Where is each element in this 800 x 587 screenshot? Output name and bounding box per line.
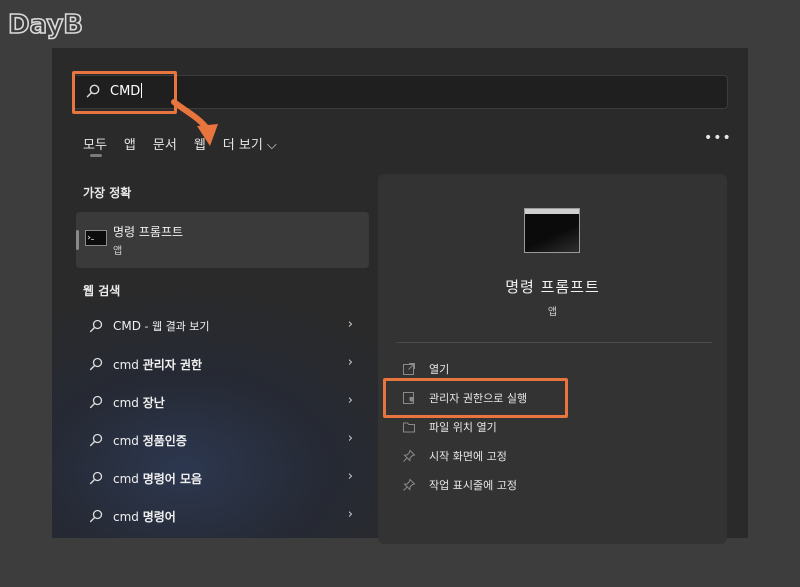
web-result-label: cmd 정품인증 — [113, 434, 187, 448]
web-result-item[interactable]: cmd 명령어 모음 › — [85, 468, 357, 488]
more-options-button[interactable]: ••• — [704, 130, 732, 146]
folder-icon — [403, 422, 415, 433]
action-label: 열기 — [429, 363, 450, 376]
watermark-logo: DayB — [7, 9, 84, 41]
web-result-label: CMD - 웹 결과 보기 — [113, 319, 210, 333]
search-icon — [89, 357, 103, 371]
command-prompt-icon — [85, 230, 107, 246]
chevron-right-icon: › — [347, 317, 353, 332]
web-result-item[interactable]: CMD - 웹 결과 보기 › — [85, 316, 357, 336]
pin-icon — [403, 478, 416, 491]
web-result-label: cmd 명령어 모음 — [113, 472, 203, 486]
action-open-file-location[interactable]: 파일 위치 열기 — [402, 418, 662, 436]
annotation-arrow-icon — [171, 99, 218, 146]
search-icon — [89, 433, 103, 447]
action-label: 파일 위치 열기 — [429, 421, 497, 434]
best-match-subtitle: 앱 — [113, 246, 123, 257]
action-label: 시작 화면에 고정 — [429, 450, 507, 463]
search-icon — [89, 471, 103, 485]
chevron-right-icon: › — [347, 507, 353, 522]
best-match-heading: 가장 정확 — [83, 186, 132, 200]
selection-accent — [76, 230, 79, 250]
chevron-right-icon: › — [347, 431, 353, 446]
action-open[interactable]: 열기 — [402, 360, 662, 378]
search-icon — [89, 319, 103, 333]
command-prompt-large-icon — [524, 208, 580, 253]
action-pin-to-start[interactable]: 시작 화면에 고정 — [402, 447, 662, 465]
search-icon — [89, 395, 103, 409]
run-as-admin-highlight-box — [383, 378, 568, 418]
tab-more[interactable]: 더 보기 ⌵ — [223, 134, 277, 153]
web-result-item[interactable]: cmd 명령어 › — [85, 506, 357, 526]
pin-icon — [403, 449, 416, 462]
search-highlight-box — [72, 71, 177, 114]
tab-apps[interactable]: 앱 — [124, 134, 136, 153]
best-match-title: 명령 프롬프트 — [113, 225, 184, 239]
chevron-right-icon: › — [347, 469, 353, 484]
chevron-right-icon: › — [347, 393, 353, 408]
web-result-item[interactable]: cmd 관리자 권한 › — [85, 354, 357, 374]
web-result-label: cmd 관리자 권한 — [113, 358, 203, 372]
action-label: 작업 표시줄에 고정 — [429, 479, 517, 492]
web-result-label: cmd 명령어 — [113, 510, 176, 524]
details-divider — [396, 342, 712, 343]
best-match-item[interactable] — [76, 212, 369, 268]
search-icon — [89, 509, 103, 523]
details-title: 명령 프롬프트 — [505, 278, 600, 296]
tab-all[interactable]: 모두 — [83, 134, 107, 153]
details-subtitle: 앱 — [547, 307, 558, 318]
web-result-label: cmd 장난 — [113, 396, 165, 410]
web-search-heading: 웹 검색 — [83, 284, 121, 298]
active-tab-indicator — [90, 154, 102, 157]
web-result-item[interactable]: cmd 정품인증 › — [85, 430, 357, 450]
action-pin-to-taskbar[interactable]: 작업 표시줄에 고정 — [402, 476, 662, 494]
open-icon — [403, 363, 415, 375]
web-result-item[interactable]: cmd 장난 › — [85, 392, 357, 412]
chevron-right-icon: › — [347, 355, 353, 370]
